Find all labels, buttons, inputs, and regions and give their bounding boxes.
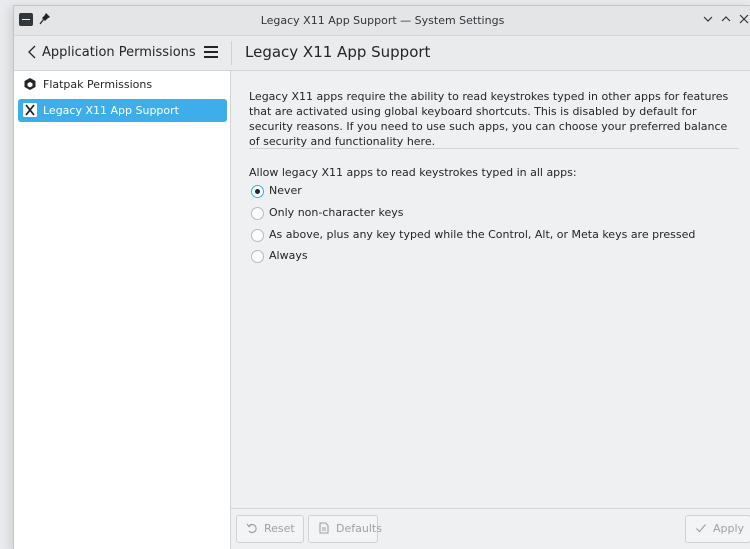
- hamburger-icon-bar: [204, 51, 218, 53]
- reset-button-label: Reset: [264, 522, 295, 535]
- flatpak-icon: [23, 77, 37, 91]
- reset-button[interactable]: Reset: [236, 515, 304, 543]
- radio-button[interactable]: [251, 207, 264, 220]
- hamburger-icon-bar: [204, 56, 218, 58]
- hamburger-icon: [204, 46, 218, 48]
- content-divider: [249, 148, 739, 149]
- apply-button[interactable]: Apply: [685, 515, 750, 543]
- back-label[interactable]: Application Permissions: [42, 45, 196, 60]
- minimize-button[interactable]: [700, 12, 716, 28]
- hamburger-menu-button[interactable]: [204, 46, 218, 58]
- window-title: Legacy X11 App Support — System Settings: [260, 14, 505, 27]
- apply-button-label: Apply: [713, 522, 745, 535]
- chevron-left-icon: [28, 45, 36, 59]
- back-button[interactable]: [24, 42, 44, 62]
- chevron-down-icon: [703, 16, 713, 22]
- checkmark-icon: [695, 522, 707, 534]
- header-toolbar: Application Permissions Legacy X11 App S…: [14, 36, 750, 71]
- sidebar: Flatpak Permissions Legacy X11 App Suppo…: [14, 71, 231, 549]
- radio-label[interactable]: Never: [269, 184, 302, 197]
- system-settings-window: Legacy X11 App Support — System Settings…: [13, 5, 750, 549]
- sidebar-item-label: Legacy X11 App Support: [43, 104, 179, 117]
- undo-icon: [246, 522, 258, 534]
- footer-buttonbar: Reset Defaults Apply: [231, 508, 750, 549]
- radio-label[interactable]: Only non-character keys: [269, 206, 404, 219]
- close-icon: [739, 14, 749, 24]
- x11-icon: [23, 103, 37, 117]
- question-label: Allow legacy X11 apps to read keystrokes…: [249, 166, 577, 179]
- defaults-button-label: Defaults: [336, 522, 382, 535]
- sidebar-item-flatpak-permissions[interactable]: Flatpak Permissions: [18, 73, 227, 96]
- defaults-button[interactable]: Defaults: [308, 515, 382, 543]
- document-icon: [318, 522, 330, 534]
- page-title: Legacy X11 App Support: [245, 43, 431, 61]
- radio-button[interactable]: [251, 185, 264, 198]
- main-content: Legacy X11 apps require the ability to r…: [231, 71, 750, 509]
- radio-button[interactable]: [251, 229, 264, 242]
- close-button[interactable]: [736, 12, 750, 28]
- maximize-button[interactable]: [718, 12, 734, 28]
- sidebar-item-label: Flatpak Permissions: [43, 78, 153, 91]
- description-text: Legacy X11 apps require the ability to r…: [249, 90, 729, 148]
- header-divider: [231, 41, 232, 65]
- sidebar-item-legacy-x11[interactable]: Legacy X11 App Support: [18, 99, 227, 122]
- radio-label[interactable]: As above, plus any key typed while the C…: [269, 228, 695, 241]
- radio-button[interactable]: [251, 250, 264, 263]
- title-bar[interactable]: Legacy X11 App Support — System Settings: [14, 6, 750, 36]
- chevron-up-icon: [721, 16, 731, 22]
- radio-label[interactable]: Always: [269, 249, 308, 262]
